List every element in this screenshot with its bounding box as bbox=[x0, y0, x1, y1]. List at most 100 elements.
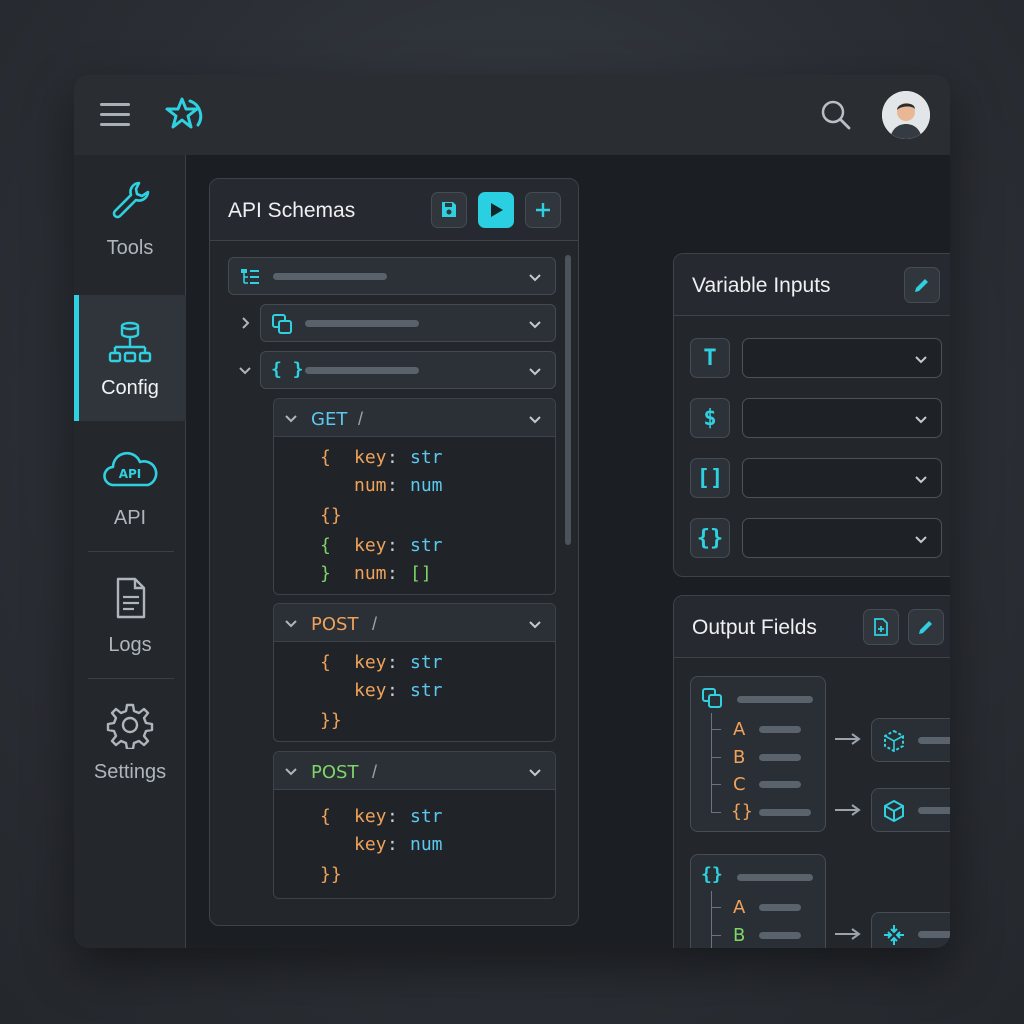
chevron-down-icon bbox=[529, 621, 541, 629]
code-type: num bbox=[410, 834, 443, 855]
sidebar-item-api[interactable]: API API bbox=[74, 425, 186, 551]
sidebar-item-logs[interactable]: Logs bbox=[74, 552, 186, 678]
list-tree-icon bbox=[241, 269, 259, 284]
code-key: key bbox=[354, 447, 387, 468]
chevron-down-icon bbox=[285, 415, 297, 423]
pencil-icon bbox=[915, 279, 928, 292]
sidebar-item-tools[interactable]: Tools bbox=[74, 155, 186, 281]
run-button[interactable] bbox=[478, 192, 514, 228]
field-label: {} bbox=[731, 801, 753, 822]
file-plus-icon bbox=[874, 618, 888, 636]
code-key: num bbox=[354, 563, 387, 584]
code-brace: { bbox=[320, 652, 331, 673]
endpoint-card: POST / { key : str key : num }} bbox=[273, 751, 556, 899]
code-brace: } bbox=[320, 563, 331, 584]
code-type: str bbox=[410, 535, 443, 556]
endpoint-path: / bbox=[372, 762, 378, 782]
output-group[interactable]: A B C {} bbox=[690, 676, 826, 832]
chevron-down-icon bbox=[915, 476, 927, 484]
braces-icon: {} bbox=[701, 864, 723, 885]
variable-select[interactable] bbox=[742, 518, 942, 558]
edit-button[interactable] bbox=[904, 267, 940, 303]
sidebar-item-config[interactable]: Config bbox=[74, 295, 186, 421]
http-method: POST bbox=[311, 762, 359, 783]
chevron-down-icon bbox=[285, 620, 297, 628]
logo-icon bbox=[165, 97, 203, 129]
object-type-icon: {} bbox=[690, 518, 730, 558]
code-key: key bbox=[354, 834, 387, 855]
variable-select[interactable] bbox=[742, 398, 942, 438]
play-icon bbox=[491, 203, 503, 217]
sidebar: Tools Config API API Logs Settings bbox=[74, 155, 186, 948]
endpoint-header[interactable]: GET / bbox=[274, 399, 555, 437]
code-type: str bbox=[410, 680, 443, 701]
field-label: B bbox=[733, 747, 746, 768]
panel-header: Output Fields bbox=[674, 596, 950, 658]
field-label: C bbox=[733, 774, 746, 795]
plus-icon bbox=[536, 203, 550, 217]
add-file-button[interactable] bbox=[863, 609, 899, 645]
pencil-icon bbox=[919, 621, 932, 634]
field-label: B bbox=[733, 925, 746, 946]
output-fields-panel: Output Fields A B C {} {} A B bbox=[673, 595, 950, 948]
http-method: POST bbox=[311, 614, 359, 635]
cube-icon bbox=[884, 799, 904, 823]
schema-object-row[interactable]: { } bbox=[260, 351, 556, 389]
output-target[interactable] bbox=[871, 718, 950, 762]
text-type-icon: T bbox=[690, 338, 730, 378]
sidebar-item-settings[interactable]: Settings bbox=[74, 679, 186, 805]
gear-icon bbox=[106, 703, 154, 749]
chevron-down-icon bbox=[915, 416, 927, 424]
code-type: [] bbox=[410, 563, 432, 584]
top-bar bbox=[74, 75, 950, 155]
chevron-down-icon bbox=[529, 416, 541, 424]
avatar[interactable] bbox=[882, 91, 930, 139]
cube-dashed-icon bbox=[884, 729, 904, 753]
panel-title: Output Fields bbox=[692, 616, 817, 639]
code-brace: { bbox=[320, 535, 331, 556]
save-icon bbox=[442, 202, 456, 217]
output-target[interactable] bbox=[871, 912, 950, 948]
copy-icon bbox=[272, 314, 292, 334]
search-icon[interactable] bbox=[818, 97, 854, 133]
endpoint-header[interactable]: POST / bbox=[274, 752, 555, 790]
variable-select[interactable] bbox=[742, 338, 942, 378]
code-key: num bbox=[354, 475, 387, 496]
chevron-right-icon[interactable] bbox=[238, 316, 252, 330]
hierarchy-icon bbox=[108, 321, 152, 363]
hamburger-menu-icon[interactable] bbox=[100, 103, 130, 127]
scrollbar[interactable] bbox=[565, 255, 571, 545]
schema-copy-row[interactable] bbox=[260, 304, 556, 342]
variable-select[interactable] bbox=[742, 458, 942, 498]
schema-root-row[interactable] bbox=[228, 257, 556, 295]
arrow-right-icon bbox=[835, 733, 861, 745]
output-target[interactable] bbox=[871, 788, 950, 832]
add-button[interactable] bbox=[525, 192, 561, 228]
code-brace: { bbox=[320, 806, 331, 827]
sidebar-item-label: Config bbox=[101, 377, 159, 399]
field-label: A bbox=[733, 719, 746, 740]
chevron-down-icon bbox=[529, 368, 541, 376]
wrench-icon bbox=[112, 181, 150, 219]
braces-icon: { } bbox=[271, 359, 304, 380]
variable-inputs-panel: Variable Inputs T $ [] {} bbox=[673, 253, 950, 577]
svg-text:API: API bbox=[119, 467, 142, 481]
save-button[interactable] bbox=[431, 192, 467, 228]
panel-title: API Schemas bbox=[228, 199, 356, 222]
code-key: key bbox=[354, 535, 387, 556]
endpoint-card: POST / { key : str key : str }} bbox=[273, 603, 556, 742]
array-type-icon: [] bbox=[690, 458, 730, 498]
code-key: key bbox=[354, 652, 387, 673]
field-label: A bbox=[733, 897, 746, 918]
panel-title: Variable Inputs bbox=[692, 274, 831, 297]
code-brace: { bbox=[320, 447, 331, 468]
chevron-down-icon bbox=[915, 536, 927, 544]
endpoint-header[interactable]: POST / bbox=[274, 604, 555, 642]
chevron-down-icon bbox=[285, 768, 297, 776]
chevron-down-icon[interactable] bbox=[238, 363, 252, 377]
endpoint-path: / bbox=[358, 409, 364, 429]
edit-button[interactable] bbox=[908, 609, 944, 645]
endpoint-path: / bbox=[372, 614, 378, 634]
arrow-right-icon bbox=[835, 804, 861, 816]
output-group[interactable]: {} A B [] bbox=[690, 854, 826, 948]
